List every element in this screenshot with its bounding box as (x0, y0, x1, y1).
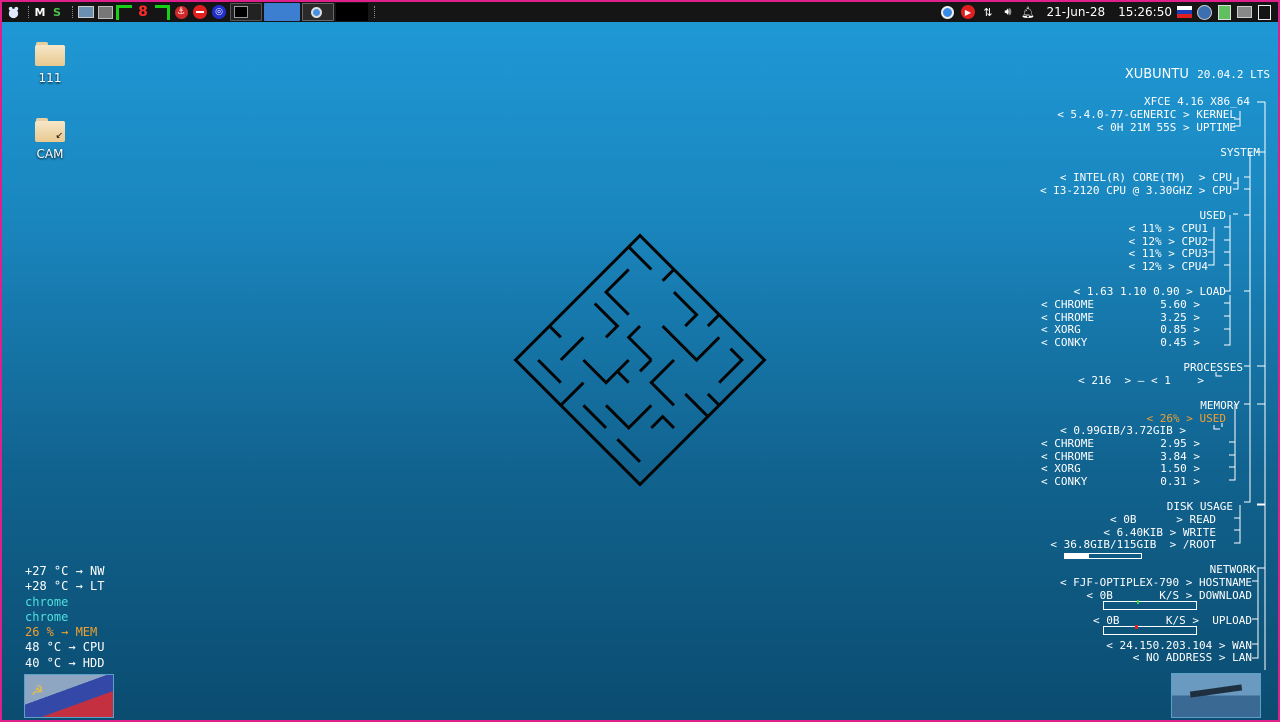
conky-processes: < 216 > – < 1 > (1078, 374, 1204, 387)
youtube-icon[interactable]: ▶ (960, 5, 975, 20)
flag-thumbnail: ☭ (24, 674, 114, 718)
terminal-icon (234, 6, 248, 18)
green-notes-icon[interactable] (1217, 4, 1232, 20)
conky-memory-amount: < 0.99GIB/3.72GIB > (1060, 424, 1186, 437)
mem-line: 26 % → MEM (25, 625, 98, 640)
conky-cpu-proc-1: < CHROME 5.60 > (1041, 298, 1200, 311)
launcher-s-icon[interactable]: S (49, 4, 65, 20)
conky-mem-proc-3: < XORG 1.50 > (1041, 462, 1200, 475)
cpu-temp-line: 48 °C → CPU (25, 640, 105, 655)
russia-flag-icon[interactable] (1177, 5, 1192, 20)
stop-icon[interactable] (192, 4, 208, 20)
desktop-icon-label: CAM (36, 147, 64, 161)
conky-kernel: < 5.4.0-77-GENERIC > KERNEL (1057, 108, 1236, 121)
conky-sensors: +27 °C → NW +28 °C → LT chrome chrome 26… (25, 564, 104, 671)
volume-icon[interactable]: 🔊︎ (1000, 5, 1015, 20)
conky-network-heading: NETWORK (1209, 563, 1256, 576)
conky-disk-root: < 36.8GIB/115GIB > /ROOT (1050, 538, 1216, 551)
green-graph-icon[interactable] (116, 4, 132, 20)
conky-cpu-core-3: < 11% > CPU3 (1128, 247, 1208, 260)
clock-time[interactable]: 15:26:50 (1118, 5, 1172, 19)
conky-cpu-model-1: < INTEL(R) CORE(TM) > CPU (1059, 171, 1232, 184)
xfce-menu-icon[interactable] (5, 4, 21, 20)
launcher-m[interactable]: M (34, 4, 46, 20)
network-arrows-icon[interactable]: ⇅ (980, 5, 995, 20)
panel-separator (28, 6, 30, 18)
clipboard-icon[interactable] (1257, 4, 1272, 20)
monitor-icon[interactable] (97, 4, 113, 20)
hammer-sickle-icon: ☭ (31, 683, 44, 699)
download-graph (1103, 600, 1197, 610)
maze-wallpaper (513, 233, 767, 487)
folder-icon (35, 42, 65, 66)
desktop-folder-cam[interactable]: ↙ CAM (20, 118, 80, 161)
taskbar-active-window[interactable] (264, 3, 300, 21)
vpn-icon[interactable]: ◎ (211, 4, 227, 20)
taskbar-terminal[interactable] (230, 3, 262, 21)
conky-hostname: < FJF-OPTIPLEX-790 > HOSTNAME (1059, 576, 1252, 589)
red-graph-icon[interactable]: 8 (135, 4, 151, 20)
conky-disk-read: < 0B > READ (1110, 513, 1216, 526)
chrome-tray-icon[interactable] (940, 5, 955, 20)
sensor-line: +28 °C → LT (25, 579, 105, 594)
aircraft-thumbnail (1171, 673, 1261, 718)
bell-icon[interactable]: 🔔︎ (1020, 5, 1035, 20)
desktop-icon-label: 111 (38, 71, 62, 85)
os-name: XUBUNTU (1124, 67, 1189, 82)
conky-load: < 1.63 1.10 0.90 > LOAD (1073, 285, 1226, 298)
aircraft-icon (1189, 684, 1243, 698)
conky-system-monitor: XUBUNTU 20.04.2 LTS XFCE 4.16 X86_64 < 5… (1010, 55, 1270, 675)
conky-cpu-proc-3: < XORG 0.85 > (1041, 323, 1200, 336)
sensor-line: +27 °C → NW (25, 564, 105, 578)
conky-cpu-model-2: < I3-2120 CPU @ 3.30GHZ > CPU (1039, 184, 1232, 197)
green-corner-icon[interactable] (154, 4, 170, 20)
conky-memory-heading: MEMORY (1200, 399, 1240, 412)
conky-cpu-core-4: < 12% > CPU4 (1128, 260, 1208, 273)
panel-separator (374, 6, 376, 18)
conky-os-title: XUBUNTU 20.04.2 LTS (1108, 55, 1270, 94)
conky-de: XFCE 4.16 X86_64 (1144, 95, 1250, 108)
top-panel: M S 8 ⚓ ◎ ▶ ⇅ 🔊︎ 🔔︎ 21-Jun-28 15:26:50 (2, 2, 1278, 22)
panel-separator (72, 6, 74, 18)
upload-graph (1103, 625, 1197, 635)
globe-icon[interactable] (1197, 4, 1212, 20)
conky-uptime: < 0H 21M 55S > UPTIME (1096, 121, 1236, 134)
conky-cpu-core-1: < 11% > CPU1 (1128, 222, 1208, 235)
top-process-line: chrome (25, 594, 69, 609)
conky-processes-heading: PROCESSES (1183, 361, 1243, 374)
display-icon[interactable] (1237, 5, 1252, 20)
conky-system-heading: SYSTEM (1220, 146, 1260, 159)
desktop-folder-111[interactable]: 111 (20, 42, 80, 85)
folder-link-icon: ↙ (35, 118, 65, 142)
disk-usage-fill (1065, 554, 1090, 558)
os-version: 20.04.2 LTS (1197, 68, 1270, 81)
disk-usage-bar (1064, 553, 1142, 559)
desktop-icon[interactable] (78, 4, 94, 20)
conky-used-heading: USED (1199, 209, 1227, 222)
chrome-icon (311, 6, 322, 18)
clock-date[interactable]: 21-Jun-28 (1046, 5, 1105, 19)
system-tray: ▶ ⇅ 🔊︎ 🔔︎ 21-Jun-28 15:26:50 (940, 2, 1272, 22)
conky-cpu-proc-4: < CONKY 0.45 > (1041, 336, 1200, 349)
hdd-temp-line: 40 °C → HDD (25, 655, 105, 670)
conky-disk-heading: DISK USAGE (1166, 500, 1233, 513)
conky-mem-proc-1: < CHROME 2.95 > (1041, 437, 1200, 450)
conky-mem-proc-4: < CONKY 0.31 > (1041, 475, 1200, 488)
taskbar-chrome[interactable] (302, 3, 334, 21)
anchor-icon[interactable]: ⚓ (173, 4, 189, 20)
download-tick (1137, 600, 1139, 604)
conky-lan: < NO ADDRESS > LAN (1132, 651, 1252, 664)
upload-tick (1135, 625, 1138, 629)
taskbar-empty[interactable] (336, 3, 368, 21)
top-process-line: chrome (25, 609, 69, 624)
